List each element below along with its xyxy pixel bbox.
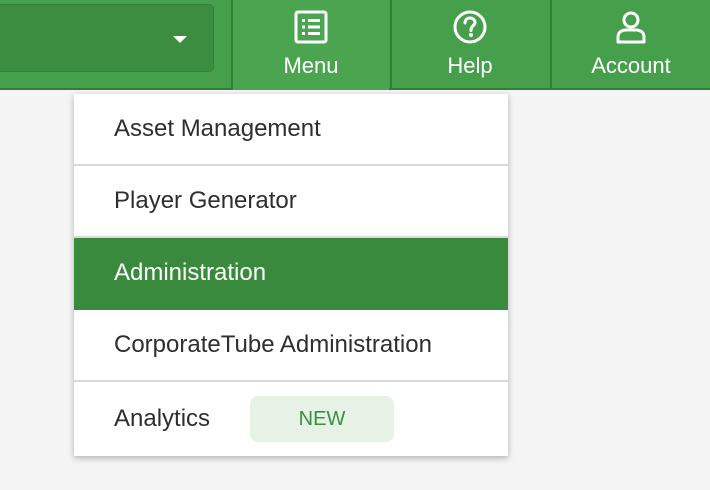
account-button-label: Account [591, 53, 671, 78]
menu-item-administration[interactable]: Administration [74, 238, 508, 310]
menu-item-label: Player Generator [114, 187, 297, 214]
menu-item-label: CorporateTube Administration [114, 331, 432, 358]
user-icon [616, 11, 646, 44]
question-circle-icon [453, 10, 487, 44]
menu-item-player-generator[interactable]: Player Generator [74, 166, 508, 238]
menu-item-label: Administration [114, 259, 267, 286]
menu-item-corporatetube-administration[interactable]: CorporateTube Administration [74, 310, 508, 382]
menu-button[interactable]: Menu [231, 0, 389, 90]
caret-down-icon [173, 36, 187, 43]
menu-item-label: Analytics [114, 405, 211, 432]
menu-item-asset-management[interactable]: Asset Management [74, 94, 508, 166]
new-badge: NEW [250, 396, 394, 442]
menu-button-label: Menu [283, 53, 339, 78]
account-select-dropdown[interactable] [0, 4, 214, 72]
account-button[interactable]: Account [550, 0, 710, 90]
list-icon [294, 10, 328, 44]
help-button-label: Help [447, 53, 493, 78]
main-menu-dropdown: Asset Management Player Generator Admini… [74, 94, 508, 456]
menu-item-label: Asset Management [114, 115, 321, 142]
help-button[interactable]: Help [390, 0, 548, 90]
menu-item-analytics[interactable]: Analytics NEW [74, 382, 508, 456]
top-navigation-bar: Menu Help Account [0, 0, 710, 90]
